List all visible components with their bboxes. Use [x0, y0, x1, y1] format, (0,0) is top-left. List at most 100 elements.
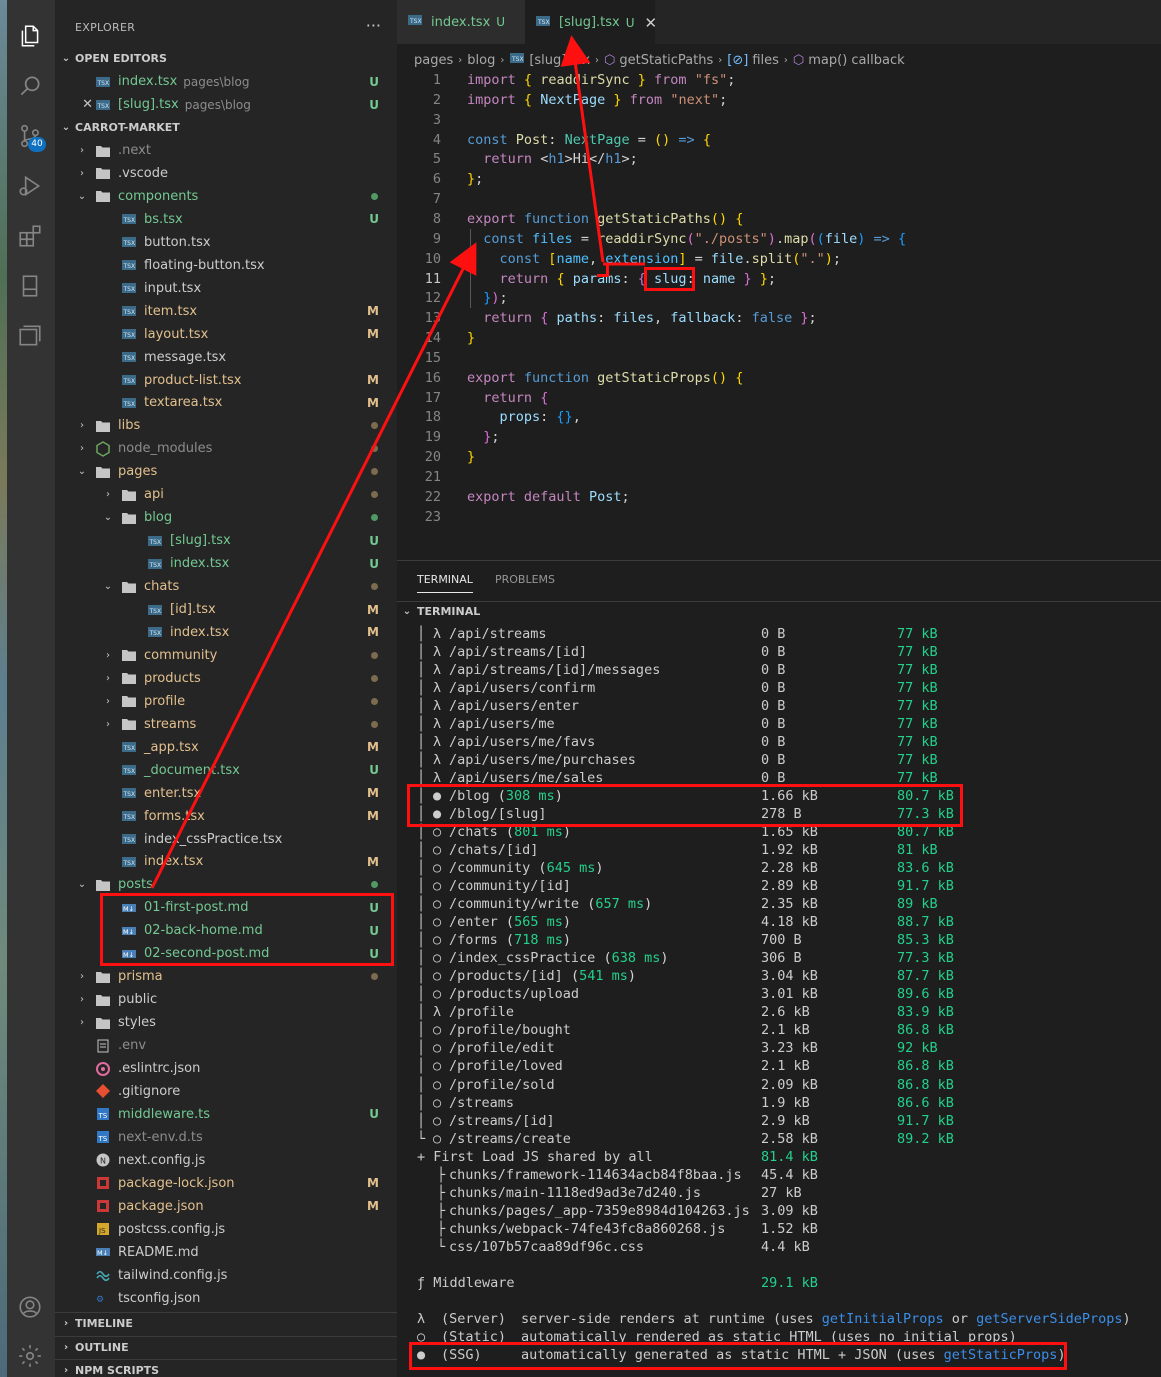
- folder-item[interactable]: ⌄ components: [55, 185, 397, 208]
- code-line[interactable]: 18 props: {},: [397, 407, 1161, 427]
- code-line[interactable]: 23: [397, 507, 1161, 527]
- breadcrumb-item[interactable]: pages: [414, 53, 453, 68]
- npm-scripts-section[interactable]: › NPM SCRIPTS: [55, 1359, 397, 1377]
- extensions-icon[interactable]: [14, 220, 46, 252]
- legend-link[interactable]: getInitialProps: [822, 1311, 944, 1327]
- file-item[interactable]: TSX index.tsx M: [55, 621, 397, 644]
- file-item[interactable]: TSX forms.tsx M: [55, 805, 397, 828]
- folder-item[interactable]: › styles: [55, 1011, 397, 1034]
- code-line[interactable]: 4 const Post: NextPage = () => {: [397, 130, 1161, 150]
- code-line[interactable]: 16 export function getStaticProps() {: [397, 368, 1161, 388]
- folder-item[interactable]: › profile: [55, 690, 397, 713]
- file-item[interactable]: TSX _document.tsx U: [55, 759, 397, 782]
- account-icon[interactable]: [14, 1291, 46, 1323]
- code-line[interactable]: 17 return {: [397, 388, 1161, 408]
- file-item[interactable]: TSX layout.tsx M: [55, 323, 397, 346]
- file-item[interactable]: .gitignore: [55, 1080, 397, 1103]
- folder-item[interactable]: ⌄ blog: [55, 506, 397, 529]
- folder-item[interactable]: › api: [55, 483, 397, 506]
- code-line[interactable]: 1 import { readdirSync } from "fs";: [397, 70, 1161, 90]
- files-icon[interactable]: [14, 20, 46, 52]
- breadcrumb-item[interactable]: getStaticPaths: [619, 53, 713, 68]
- file-item[interactable]: TSX [id].tsx M: [55, 598, 397, 621]
- code-line[interactable]: 5 return <h1>Hi</h1>;: [397, 149, 1161, 169]
- file-item[interactable]: TSX bs.tsx U: [55, 208, 397, 231]
- code-line[interactable]: 11 return { params: { slug: name } };: [397, 268, 1161, 289]
- code-line[interactable]: 19 };: [397, 427, 1161, 447]
- code-line[interactable]: 14}: [397, 328, 1161, 348]
- file-item[interactable]: TSX product-list.tsx M: [55, 369, 397, 392]
- code-line[interactable]: 3: [397, 110, 1161, 130]
- file-item[interactable]: TS middleware.ts U: [55, 1103, 397, 1126]
- code-line[interactable]: 22 export default Post;: [397, 487, 1161, 507]
- close-icon[interactable]: ✕: [55, 97, 95, 112]
- code-line[interactable]: 13 return { paths: files, fallback: fals…: [397, 308, 1161, 328]
- tab-terminal[interactable]: TERMINAL: [417, 573, 473, 593]
- folder-item[interactable]: › .next: [55, 139, 397, 162]
- code-line[interactable]: 15: [397, 348, 1161, 368]
- timeline-section[interactable]: › TIMELINE: [55, 1312, 397, 1334]
- code-line[interactable]: 10 const [name, extension] = file.split(…: [397, 248, 1161, 269]
- file-item[interactable]: TSX enter.tsx M: [55, 782, 397, 805]
- legend-link[interactable]: getServerSideProps: [976, 1311, 1122, 1327]
- code-line[interactable]: 8 export function getStaticPaths() {: [397, 209, 1161, 229]
- more-actions-button[interactable]: ···: [366, 16, 381, 35]
- tab-slug-tsx[interactable]: TSX [slug].tsx U ✕: [525, 0, 658, 44]
- file-item[interactable]: .env: [55, 1034, 397, 1057]
- tab-problems[interactable]: PROBLEMS: [495, 573, 555, 586]
- folder-item[interactable]: › libs: [55, 414, 397, 437]
- folder-item[interactable]: › prisma: [55, 965, 397, 988]
- bookmark-icon[interactable]: [14, 270, 46, 302]
- file-item[interactable]: TSX button.tsx: [55, 231, 397, 254]
- code-editor[interactable]: 1 import { readdirSync } from "fs"; 2 impor…: [397, 70, 1161, 530]
- breadcrumb-item[interactable]: blog: [467, 53, 495, 68]
- code-line[interactable]: 20}: [397, 447, 1161, 467]
- folder-item[interactable]: › public: [55, 988, 397, 1011]
- open-editor-item[interactable]: ✕ TSX [slug].tsx pages\blog U: [55, 93, 397, 116]
- breadcrumb-item[interactable]: [slug].tsx: [529, 53, 590, 68]
- folder-item[interactable]: › products: [55, 667, 397, 690]
- file-item[interactable]: JS postcss.config.js: [55, 1218, 397, 1241]
- file-item[interactable]: TSX floating-button.tsx: [55, 254, 397, 277]
- folder-item[interactable]: ⌄ pages: [55, 460, 397, 483]
- outline-section[interactable]: › OUTLINE: [55, 1336, 397, 1358]
- code-line[interactable]: 12 });: [397, 288, 1161, 309]
- tab-index-tsx[interactable]: TSX index.tsx U: [397, 0, 525, 44]
- code-line[interactable]: 2 import { NextPage } from "next";: [397, 90, 1161, 110]
- file-item[interactable]: TSX message.tsx: [55, 346, 397, 369]
- file-item[interactable]: TSX _app.tsx M: [55, 736, 397, 759]
- file-item[interactable]: N next.config.js: [55, 1149, 397, 1172]
- file-item[interactable]: M↓ README.md: [55, 1241, 397, 1264]
- folder-item[interactable]: › streams: [55, 713, 397, 736]
- open-editor-item[interactable]: TSX index.tsx pages\blog U: [55, 70, 397, 93]
- file-item[interactable]: TSX index.tsx M: [55, 850, 397, 873]
- code-line[interactable]: 6};: [397, 169, 1161, 189]
- close-icon[interactable]: ✕: [645, 14, 658, 32]
- file-item[interactable]: TSX index.tsx U: [55, 552, 397, 575]
- file-item[interactable]: .eslintrc.json: [55, 1057, 397, 1080]
- file-item[interactable]: TS next-env.d.ts: [55, 1126, 397, 1149]
- file-item[interactable]: tailwind.config.js: [55, 1264, 397, 1287]
- file-item[interactable]: TSX textarea.tsx M: [55, 391, 397, 414]
- file-item[interactable]: TSX index_cssPractice.tsx: [55, 828, 397, 851]
- folder-item[interactable]: › node_modules: [55, 437, 397, 460]
- open-editors-header[interactable]: ⌄ OPEN EDITORS: [55, 47, 397, 69]
- folder-item[interactable]: › community: [55, 644, 397, 667]
- file-item[interactable]: package.json M: [55, 1195, 397, 1218]
- file-item[interactable]: TSX [slug].tsx U: [55, 529, 397, 552]
- run-debug-icon[interactable]: [14, 170, 46, 202]
- code-line[interactable]: 21: [397, 467, 1161, 487]
- breadcrumb-item[interactable]: files: [752, 53, 779, 68]
- folder-item[interactable]: › .vscode: [55, 162, 397, 185]
- search-icon[interactable]: [14, 70, 46, 102]
- file-item[interactable]: TSX item.tsx M: [55, 300, 397, 323]
- code-line[interactable]: 7: [397, 189, 1161, 209]
- breadcrumb-item[interactable]: map() callback: [808, 53, 904, 68]
- project-header[interactable]: ⌄ CARROT-MARKET: [55, 116, 397, 138]
- file-item[interactable]: TSX input.tsx: [55, 277, 397, 300]
- remote-explorer-icon[interactable]: [14, 320, 46, 352]
- file-item[interactable]: package-lock.json M: [55, 1172, 397, 1195]
- terminal-header[interactable]: ⌄ TERMINAL: [397, 601, 1161, 621]
- folder-item[interactable]: ⌄ chats: [55, 575, 397, 598]
- settings-gear-icon[interactable]: [14, 1340, 46, 1372]
